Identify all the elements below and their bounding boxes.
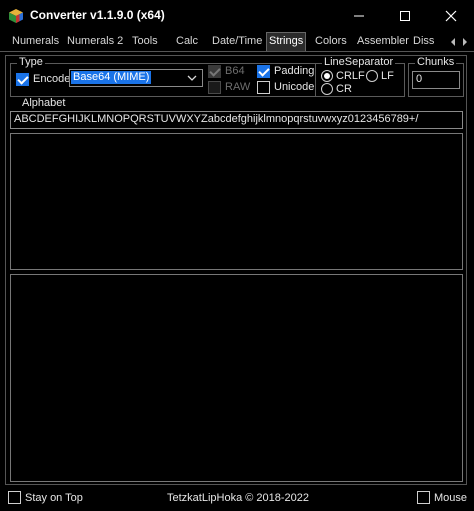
unicode-label: Unicode xyxy=(274,81,315,93)
alphabet-input[interactable]: ABCDEFGHIJKLMNOPQRSTUVWXYZabcdefghijklmn… xyxy=(10,111,463,129)
tab-numerals[interactable]: Numerals xyxy=(10,33,61,51)
tab-tools[interactable]: Tools xyxy=(130,33,160,51)
type-group: Type Encode Base64 (MIME) B64 RAW Paddin… xyxy=(10,56,316,97)
tab-scroll-right-icon[interactable] xyxy=(460,36,470,48)
padding-label: Padding xyxy=(274,65,315,77)
stay-on-top-label: Stay on Top xyxy=(25,492,83,504)
encoding-select[interactable]: Base64 (MIME) xyxy=(69,69,203,87)
line-separator-group: LineSeparator CRLF LF CR xyxy=(315,56,405,97)
mouse-label: Mouse xyxy=(434,492,468,504)
tab-calc[interactable]: Calc xyxy=(174,33,200,51)
tab-strip: Numerals Numerals 2 Tools Calc Date/Time… xyxy=(0,32,474,52)
window-title: Converter v1.1.9.0 (x64) xyxy=(30,8,165,22)
encode-checkbox[interactable] xyxy=(16,73,29,86)
tab-numerals-2[interactable]: Numerals 2 xyxy=(65,33,125,51)
tab-scroll-left-icon[interactable] xyxy=(448,36,458,48)
status-bar: Stay on Top TetzkatLipHoka © 2018-2022 M… xyxy=(0,488,474,511)
crlf-label: CRLF xyxy=(336,70,365,82)
minimize-button[interactable] xyxy=(336,0,382,32)
tab-date-time[interactable]: Date/Time xyxy=(210,33,264,51)
cr-radio[interactable] xyxy=(321,83,333,95)
chunks-group: Chunks 0 xyxy=(408,56,464,97)
crlf-radio[interactable] xyxy=(321,70,333,82)
b64-label: B64 xyxy=(225,65,245,77)
stay-on-top-checkbox[interactable] xyxy=(8,491,21,504)
tab-assembler[interactable]: Assembler xyxy=(355,33,411,51)
output-textarea[interactable] xyxy=(10,274,463,482)
b64-checkbox[interactable] xyxy=(208,65,221,78)
type-group-label: Type xyxy=(17,56,45,68)
input-textarea[interactable] xyxy=(10,133,463,270)
minimize-icon xyxy=(354,15,364,17)
lf-label: LF xyxy=(381,70,394,82)
chunks-label: Chunks xyxy=(415,56,457,68)
tab-strings[interactable]: Strings xyxy=(266,32,307,51)
close-button[interactable] xyxy=(428,0,474,32)
unicode-checkbox[interactable] xyxy=(257,81,270,94)
mouse-checkbox[interactable] xyxy=(417,491,430,504)
raw-checkbox[interactable] xyxy=(208,81,221,94)
tab-disassembler[interactable]: Diss xyxy=(411,33,436,51)
chevron-down-icon xyxy=(187,75,197,81)
title-bar[interactable]: Converter v1.1.9.0 (x64) xyxy=(0,0,474,32)
alphabet-label: Alphabet xyxy=(22,97,66,109)
close-icon xyxy=(445,10,457,22)
maximize-button[interactable] xyxy=(382,0,428,32)
chunks-input[interactable]: 0 xyxy=(412,71,460,89)
tab-colors[interactable]: Colors xyxy=(313,33,349,51)
strings-panel: Type Encode Base64 (MIME) B64 RAW Paddin… xyxy=(5,55,467,485)
lf-radio[interactable] xyxy=(366,70,378,82)
maximize-icon xyxy=(400,11,410,21)
raw-label: RAW xyxy=(225,81,251,93)
app-cube-icon xyxy=(9,9,23,23)
cr-label: CR xyxy=(336,83,352,95)
padding-checkbox[interactable] xyxy=(257,65,270,78)
copyright-text: TetzkatLipHoka © 2018-2022 xyxy=(167,492,310,504)
line-separator-label: LineSeparator xyxy=(322,56,396,68)
encoding-select-value: Base64 (MIME) xyxy=(71,71,152,84)
encode-label: Encode xyxy=(33,73,71,85)
